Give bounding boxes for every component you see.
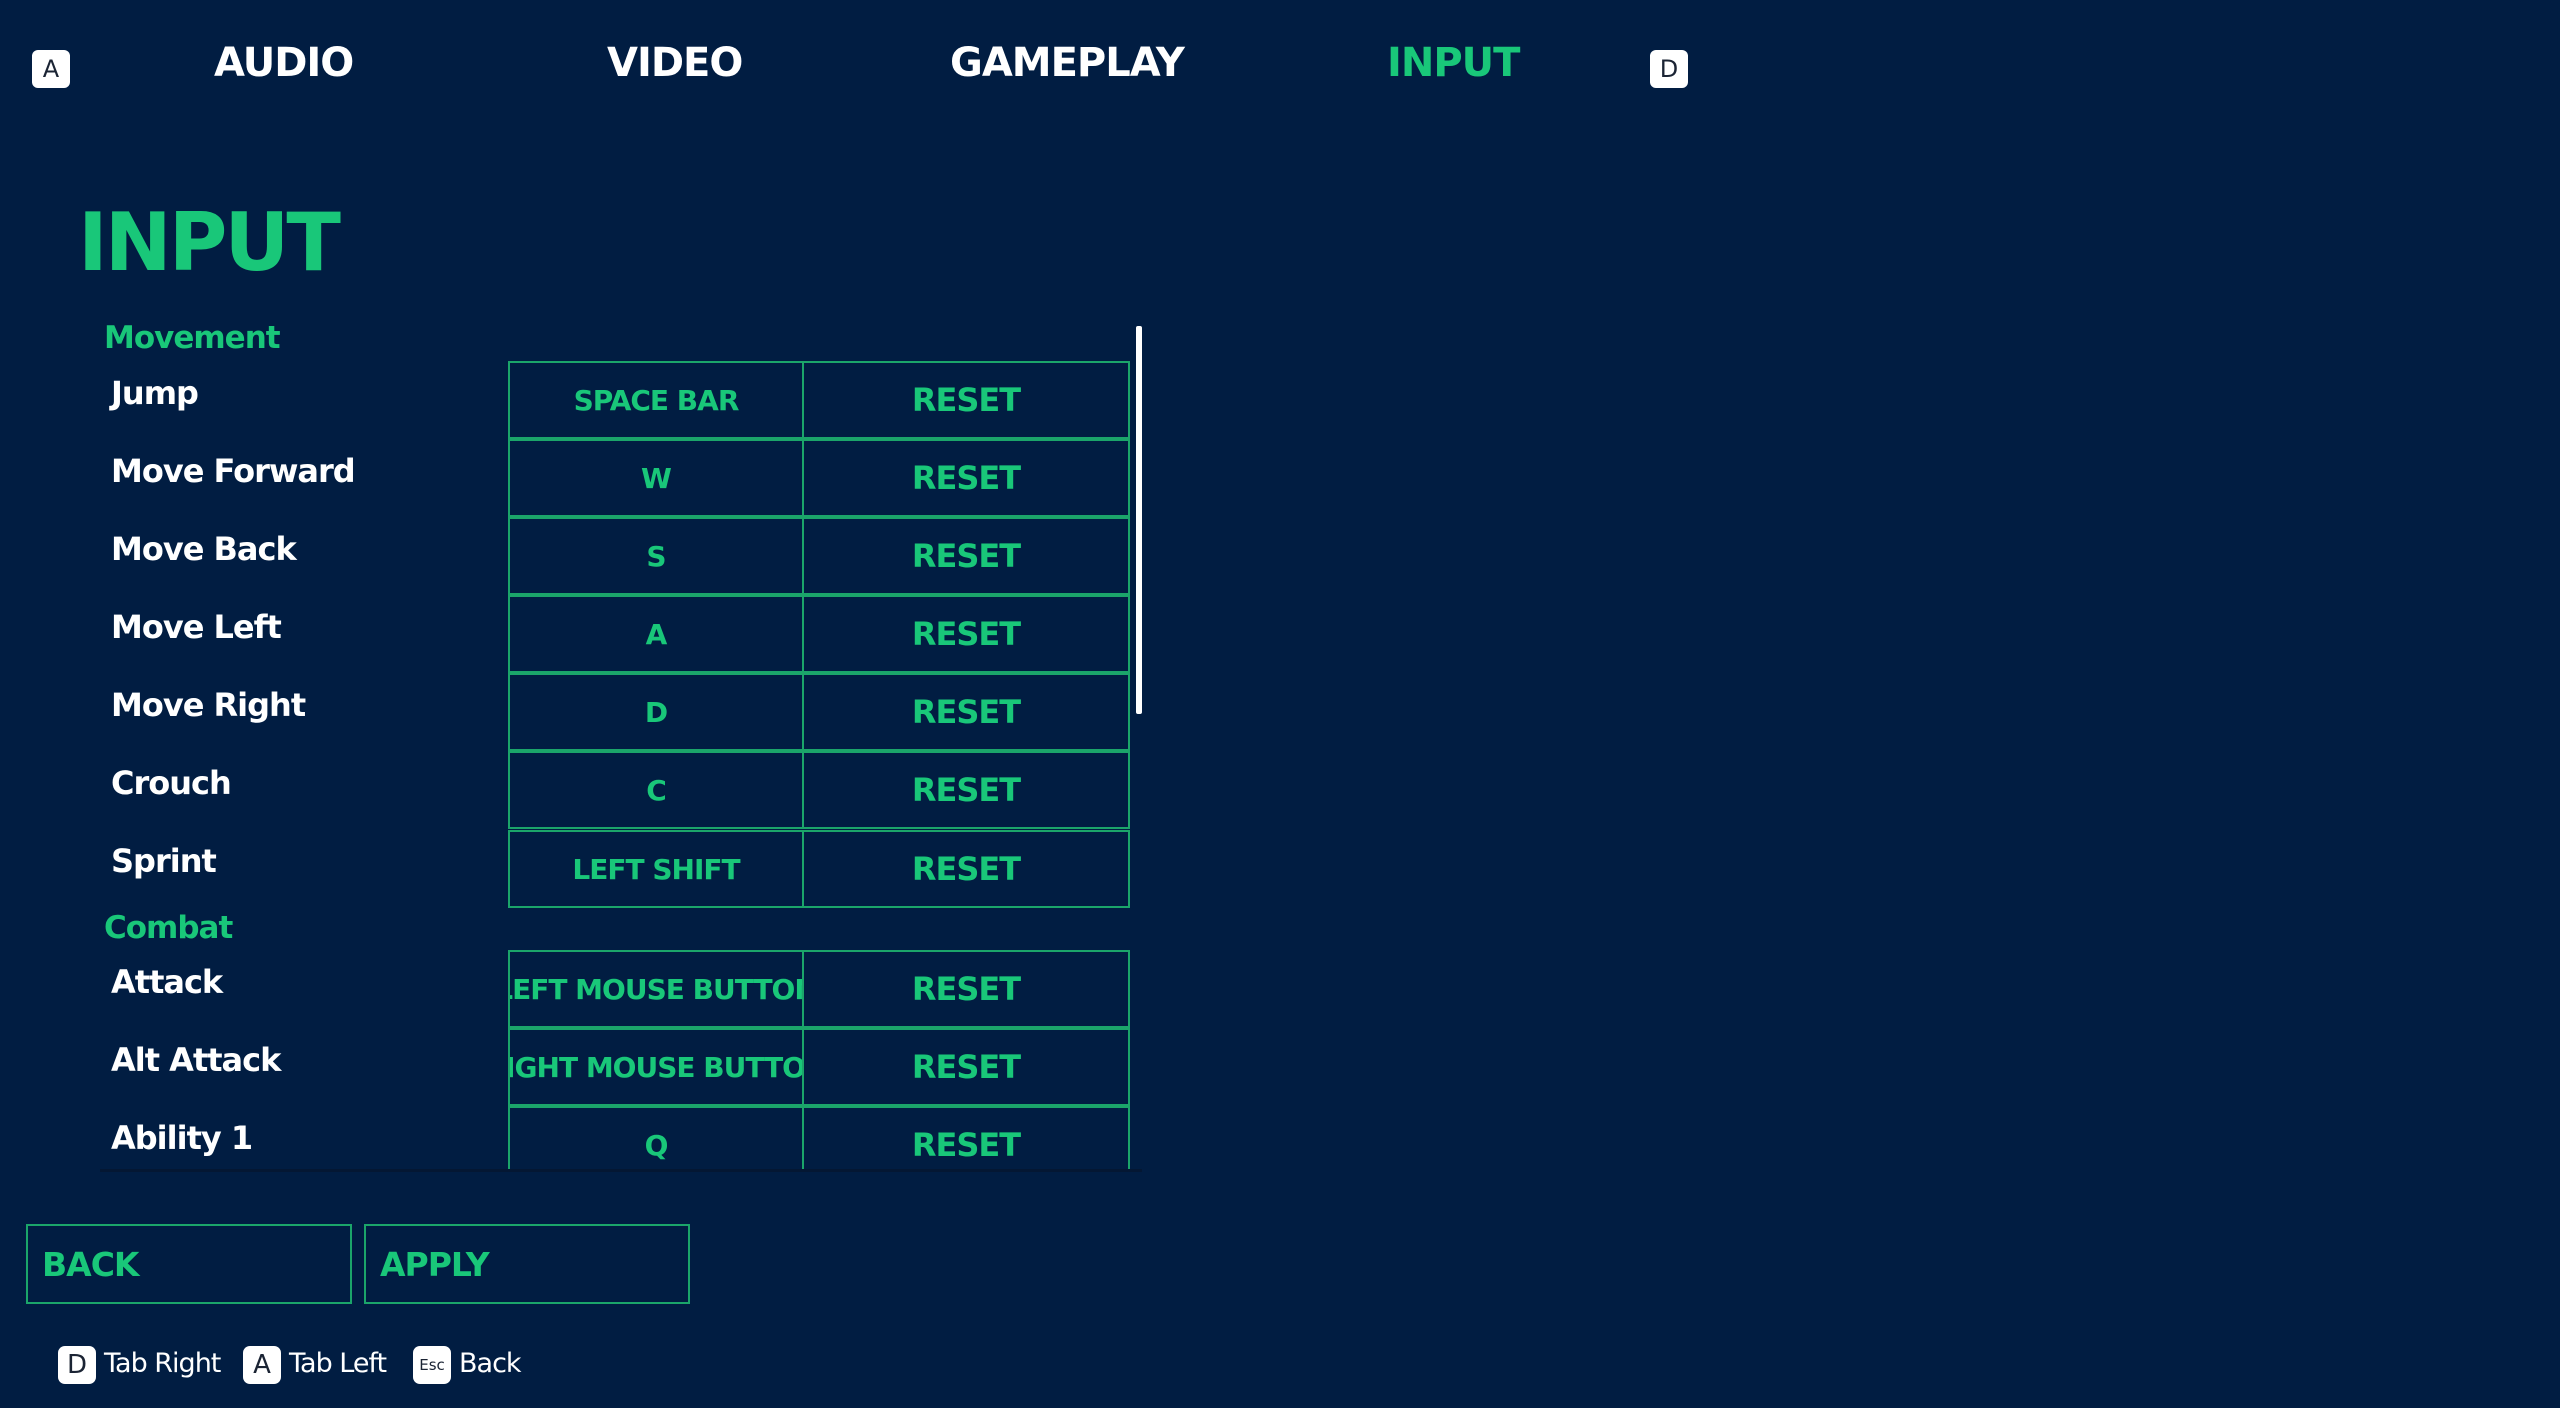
keybinding-list[interactable]: Movement Jump SPACE BAR RESET Move Forwa… [100,320,1142,1172]
page-title: INPUT [78,196,341,289]
tab-left-key-icon: A [243,1346,281,1384]
hint-tab-right: Tab Right [104,1348,221,1379]
reset-button-sprint[interactable]: RESET [802,830,1130,908]
reset-button-ability-1[interactable]: RESET [802,1106,1130,1169]
reset-button-move-back[interactable]: RESET [802,517,1130,595]
action-label-move-left: Move Left [111,608,282,646]
binding-move-right[interactable]: D [508,673,804,751]
action-label-sprint: Sprint [111,842,217,880]
binding-alt-attack[interactable]: RIGHT MOUSE BUTTON [508,1028,804,1106]
binding-move-left[interactable]: A [508,595,804,673]
action-label-move-right: Move Right [111,686,306,724]
tab-audio[interactable]: AUDIO [214,40,354,86]
tab-right-key-icon: D [58,1346,96,1384]
action-label-attack: Attack [111,963,223,1001]
reset-button-move-right[interactable]: RESET [802,673,1130,751]
tab-gameplay[interactable]: GAMEPLAY [950,40,1185,86]
action-label-jump: Jump [111,374,199,412]
binding-move-back[interactable]: S [508,517,804,595]
apply-button[interactable]: APPLY [364,1224,690,1304]
hint-back: Back [459,1348,522,1379]
reset-button-move-forward[interactable]: RESET [802,439,1130,517]
binding-ability-1[interactable]: Q [508,1106,804,1169]
action-label-move-back: Move Back [111,530,297,568]
action-label-crouch: Crouch [111,764,232,802]
back-button[interactable]: BACK [26,1224,352,1304]
reset-button-move-left[interactable]: RESET [802,595,1130,673]
tab-left-key-icon[interactable]: A [32,50,70,88]
section-header-movement: Movement [104,320,281,356]
section-header-combat: Combat [104,910,233,946]
action-label-alt-attack: Alt Attack [111,1041,281,1079]
tab-right-key-icon[interactable]: D [1650,50,1688,88]
action-label-ability-1: Ability 1 [111,1119,253,1157]
binding-crouch[interactable]: C [508,751,804,829]
reset-button-crouch[interactable]: RESET [802,751,1130,829]
tab-video[interactable]: VIDEO [607,40,743,86]
escape-key-icon: Esc [413,1346,451,1384]
tab-input[interactable]: INPUT [1387,40,1520,86]
binding-sprint[interactable]: LEFT SHIFT [508,830,804,908]
reset-button-alt-attack[interactable]: RESET [802,1028,1130,1106]
action-label-move-forward: Move Forward [111,452,356,490]
hint-tab-left: Tab Left [289,1348,387,1379]
binding-attack[interactable]: LEFT MOUSE BUTTON [508,950,804,1028]
scrollbar[interactable] [1136,326,1142,714]
binding-move-forward[interactable]: W [508,439,804,517]
reset-button-jump[interactable]: RESET [802,361,1130,439]
binding-jump[interactable]: SPACE BAR [508,361,804,439]
reset-button-attack[interactable]: RESET [802,950,1130,1028]
